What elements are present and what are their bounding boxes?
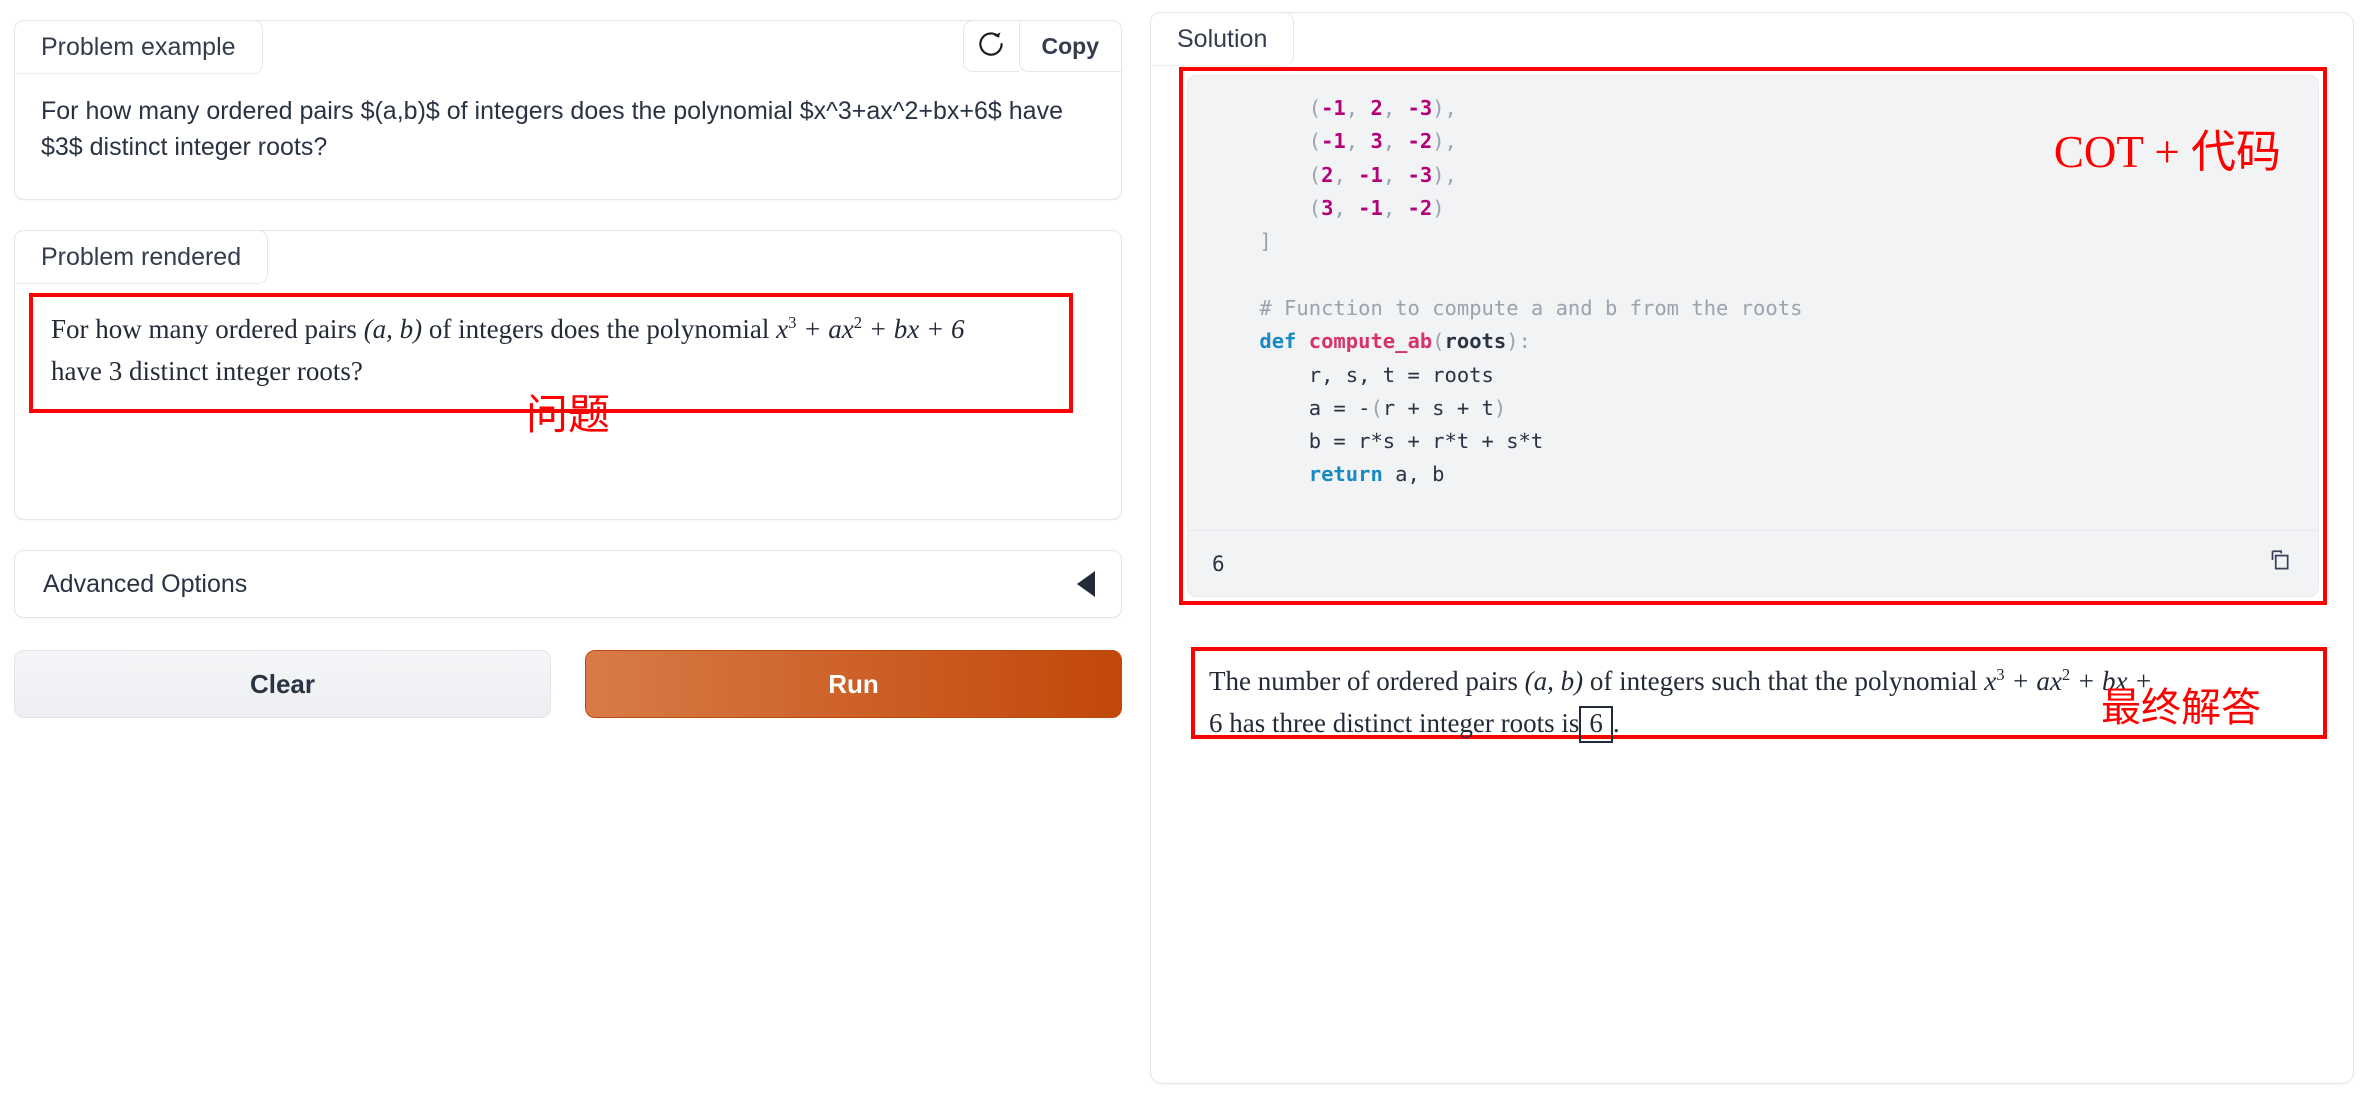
code-token: (: [1370, 395, 1383, 420]
rm-l1-pre: For how many ordered pairs: [51, 314, 364, 344]
code-token: -2: [1407, 195, 1433, 220]
rm-l1-tail: + bx + 6: [862, 314, 965, 344]
fa-l2-post: .: [1612, 707, 1620, 738]
problem-rendered-card: Problem rendered For how many ordered pa…: [14, 230, 1122, 520]
right-panel: Solution (-1, 2, -3), (-1, 3, -2), (2, -…: [1150, 0, 2378, 1114]
code-token: ,: [1382, 195, 1408, 220]
code-token: 3: [1321, 195, 1334, 220]
run-button[interactable]: Run: [585, 650, 1122, 718]
code-token: a, b: [1382, 462, 1445, 487]
copy-icon[interactable]: [2266, 548, 2292, 579]
code-token: def: [1259, 329, 1309, 354]
rm-l1-x: x: [776, 314, 789, 344]
code-output-value: 6: [1212, 551, 1225, 576]
fa-l1-pair: (a, b): [1524, 666, 1584, 696]
problem-example-actions: Copy: [962, 20, 1122, 72]
code-token: (: [1308, 195, 1322, 220]
annotation-problem: 问题: [525, 393, 610, 439]
fa-l1-pre: The number of ordered pairs: [1209, 666, 1525, 696]
fa-l1-exp2: 2: [2061, 665, 2071, 684]
advanced-options-label: Advanced Options: [43, 569, 248, 598]
code-token: ,: [1382, 129, 1408, 154]
code-token: ),: [1432, 162, 1457, 187]
code-token: (: [1308, 96, 1322, 120]
code-token: ),: [1432, 129, 1457, 154]
rm-l1-exp2: 2: [853, 313, 863, 332]
code-token: roots: [1444, 329, 1507, 354]
code-highlight-region: (-1, 2, -3), (-1, 3, -2), (2, -1, -3), (…: [1179, 67, 2327, 605]
code-token: return: [1308, 462, 1383, 487]
code-token: compute_ab: [1308, 329, 1433, 354]
problem-example-card: Problem example Copy For how many ordere…: [14, 20, 1122, 200]
left-panel: Problem example Copy For how many ordere…: [0, 0, 1150, 1114]
code-token: ): [1493, 395, 1507, 420]
problem-example-tab[interactable]: Problem example: [14, 20, 263, 74]
code-token: (: [1308, 162, 1322, 187]
code-token: # Function to compute a and b from the r…: [1259, 295, 1803, 320]
fa-l1-plusa: + ax: [2004, 666, 2062, 696]
code-token: b = r*s + r*t + s*t: [1210, 429, 1544, 454]
code-token: ]: [1210, 229, 1272, 254]
rm-l1-mid: of integers does the polynomial: [422, 314, 777, 344]
fa-l2-pre: 6 has three distinct integer roots is: [1209, 707, 1580, 738]
app-root: Problem example Copy For how many ordere…: [0, 0, 2378, 1114]
code-token: -3: [1407, 96, 1433, 120]
code-token: 2: [1321, 162, 1334, 187]
fa-l1-exp3: 3: [1996, 665, 2005, 684]
clear-button[interactable]: Clear: [14, 650, 551, 718]
rendered-math-line1: For how many ordered pairs (a, b) of int…: [51, 309, 1051, 351]
code-token: r, s, t = roots: [1210, 362, 1494, 387]
code-token: -1: [1321, 96, 1346, 120]
solution-card: Solution (-1, 2, -3), (-1, 3, -2), (2, -…: [1150, 12, 2354, 1084]
code-token: ): [1432, 195, 1445, 220]
code-token: 3: [1370, 129, 1383, 154]
code-token: -1: [1358, 195, 1383, 220]
action-buttons: Clear Run: [14, 650, 1122, 718]
rm-l1-plusa: + ax: [796, 314, 854, 344]
code-token: -3: [1407, 162, 1433, 187]
code-token: 2: [1370, 96, 1383, 120]
solution-body: (-1, 2, -3), (-1, 3, -2), (2, -1, -3), (…: [1165, 67, 2339, 1067]
code-token: r + s + t: [1382, 395, 1494, 420]
code-token: -1: [1358, 162, 1383, 187]
refresh-icon: [976, 29, 1006, 64]
fa-l1-mid: of integers such that the polynomial: [1583, 666, 1985, 696]
annotation-cot: COT + 代码: [2053, 127, 2281, 177]
code-token: ,: [1345, 96, 1371, 120]
final-answer-highlight: The number of ordered pairs (a, b) of in…: [1191, 647, 2327, 743]
refresh-button[interactable]: [962, 20, 1019, 72]
code-token: (: [1308, 129, 1322, 154]
fa-l1-x: x: [1984, 666, 1997, 696]
code-token: -1: [1321, 129, 1346, 154]
code-token: ,: [1333, 195, 1359, 220]
problem-rendered-tab[interactable]: Problem rendered: [14, 230, 269, 284]
code-token: ):: [1506, 329, 1531, 354]
code-token: -2: [1407, 129, 1433, 154]
code-token: ,: [1333, 162, 1359, 187]
triangle-left-icon[interactable]: [1077, 571, 1095, 597]
code-token: ,: [1345, 129, 1371, 154]
code-token: a = -: [1210, 395, 1371, 420]
code-output-bar: 6: [1188, 530, 2318, 596]
annotation-final: 最终解答: [2101, 685, 2261, 730]
code-token: ,: [1382, 96, 1408, 120]
code-token: ,: [1382, 162, 1408, 187]
boxed-answer: 6: [1579, 705, 1613, 743]
solution-tab[interactable]: Solution: [1150, 12, 1295, 66]
code-token: ),: [1432, 96, 1457, 120]
advanced-options-row[interactable]: Advanced Options: [14, 550, 1122, 618]
rm-l1-pair: (a, b): [363, 314, 423, 344]
code-token: (: [1432, 329, 1445, 354]
copy-button[interactable]: Copy: [1018, 20, 1122, 72]
